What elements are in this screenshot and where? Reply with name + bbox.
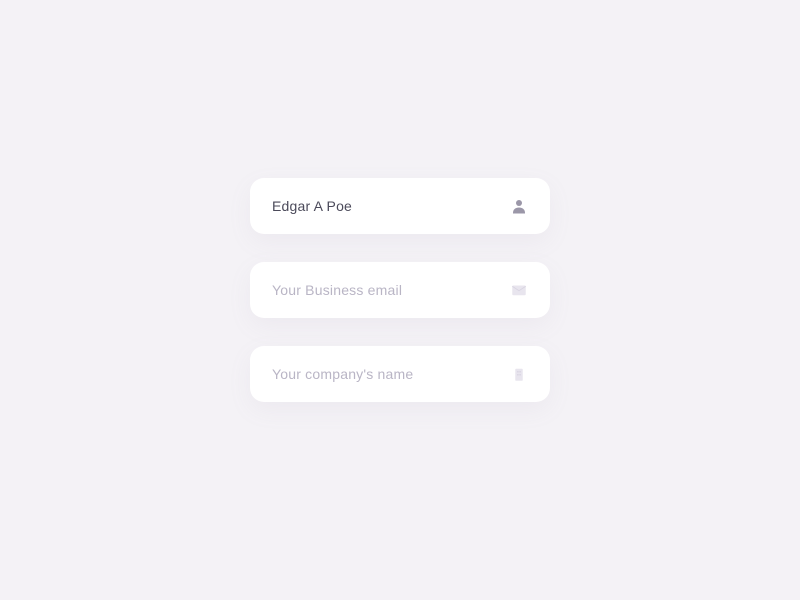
name-field-wrapper (250, 178, 550, 234)
email-icon (510, 281, 528, 299)
building-icon (510, 365, 528, 383)
company-field-wrapper (250, 346, 550, 402)
user-icon (510, 197, 528, 215)
email-field-wrapper (250, 262, 550, 318)
signup-form (250, 178, 550, 402)
email-input[interactable] (272, 282, 500, 298)
company-input[interactable] (272, 366, 500, 382)
name-input[interactable] (272, 198, 500, 214)
